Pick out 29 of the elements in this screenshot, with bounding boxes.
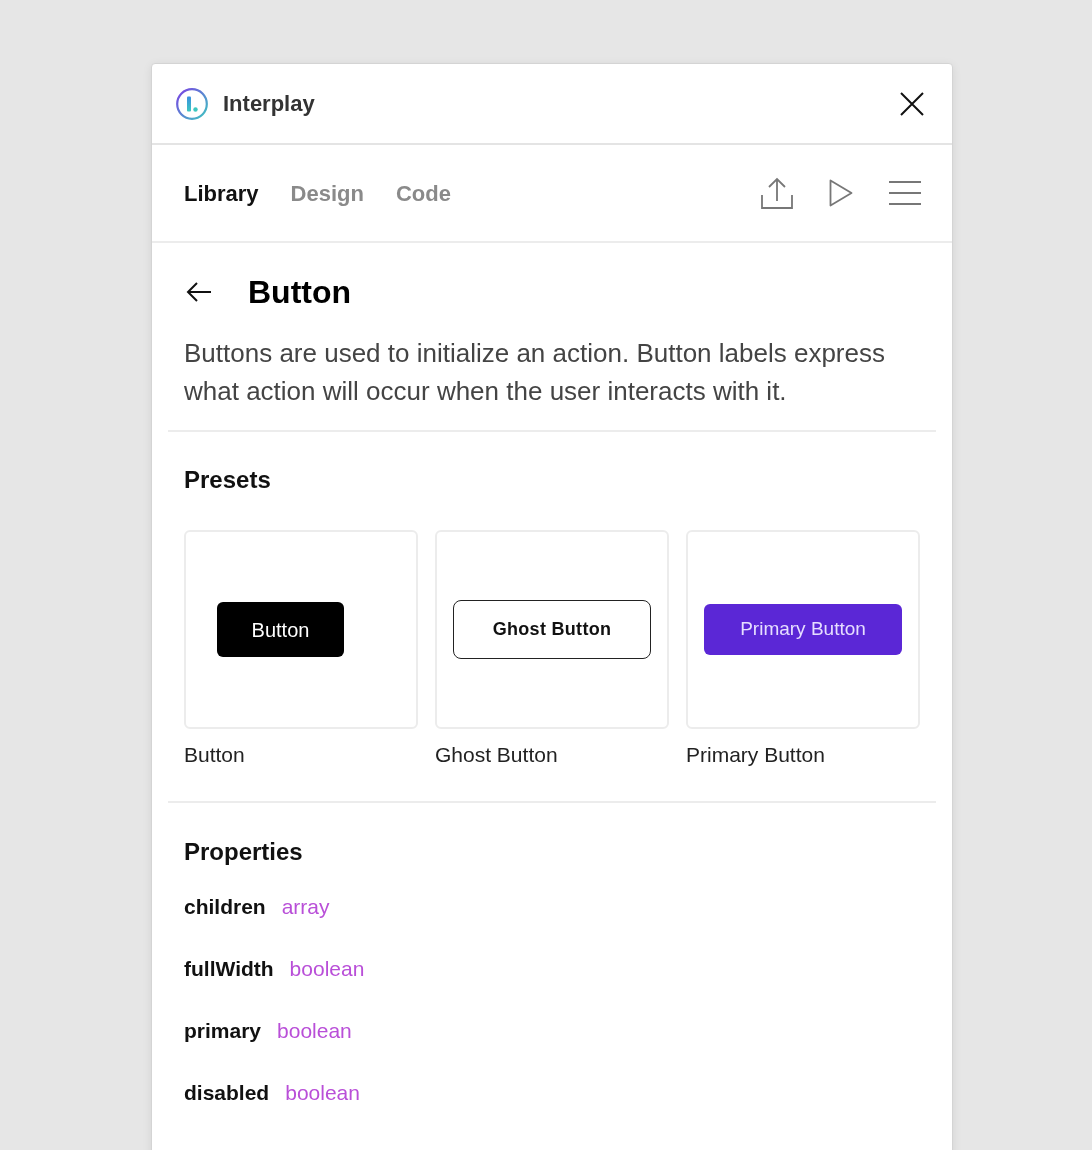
close-icon[interactable] — [900, 91, 924, 116]
preset-card[interactable]: Primary Button — [686, 530, 920, 729]
section-title: Properties — [184, 839, 303, 864]
preview-button[interactable]: Button — [217, 602, 344, 657]
preset-card[interactable]: Button — [184, 530, 418, 729]
property-type: boolean — [285, 1079, 360, 1106]
upload-icon[interactable] — [761, 177, 793, 209]
logo-icon — [176, 87, 208, 120]
property-type: boolean — [277, 1017, 352, 1044]
page-title: Button — [248, 276, 352, 308]
preset-caption: Button — [184, 742, 245, 768]
property-name: fullWidth — [184, 955, 274, 982]
preview-button[interactable]: Primary Button — [704, 604, 902, 655]
play-icon[interactable] — [829, 179, 853, 207]
property-type: boolean — [289, 955, 365, 982]
property-name: children — [184, 893, 266, 920]
section-title: Presets — [184, 468, 271, 492]
back-arrow-icon[interactable] — [186, 282, 212, 302]
preset-card[interactable]: Ghost Button — [435, 530, 669, 729]
preset-caption: Primary Button — [686, 742, 825, 768]
property-type: array — [281, 893, 330, 920]
preset-caption: Ghost Button — [435, 742, 558, 768]
app-title: Interplay — [223, 90, 315, 118]
tab[interactable]: Library — [184, 176, 259, 210]
menu-icon[interactable] — [889, 181, 921, 205]
property-name: disabled — [184, 1079, 270, 1106]
page-description: Buttons are used to initialize an action. Button labels express what action will occur when the user interacts with it. — [184, 337, 886, 408]
property-name: primary — [184, 1017, 262, 1044]
preview-button[interactable]: Ghost Button — [453, 600, 651, 659]
